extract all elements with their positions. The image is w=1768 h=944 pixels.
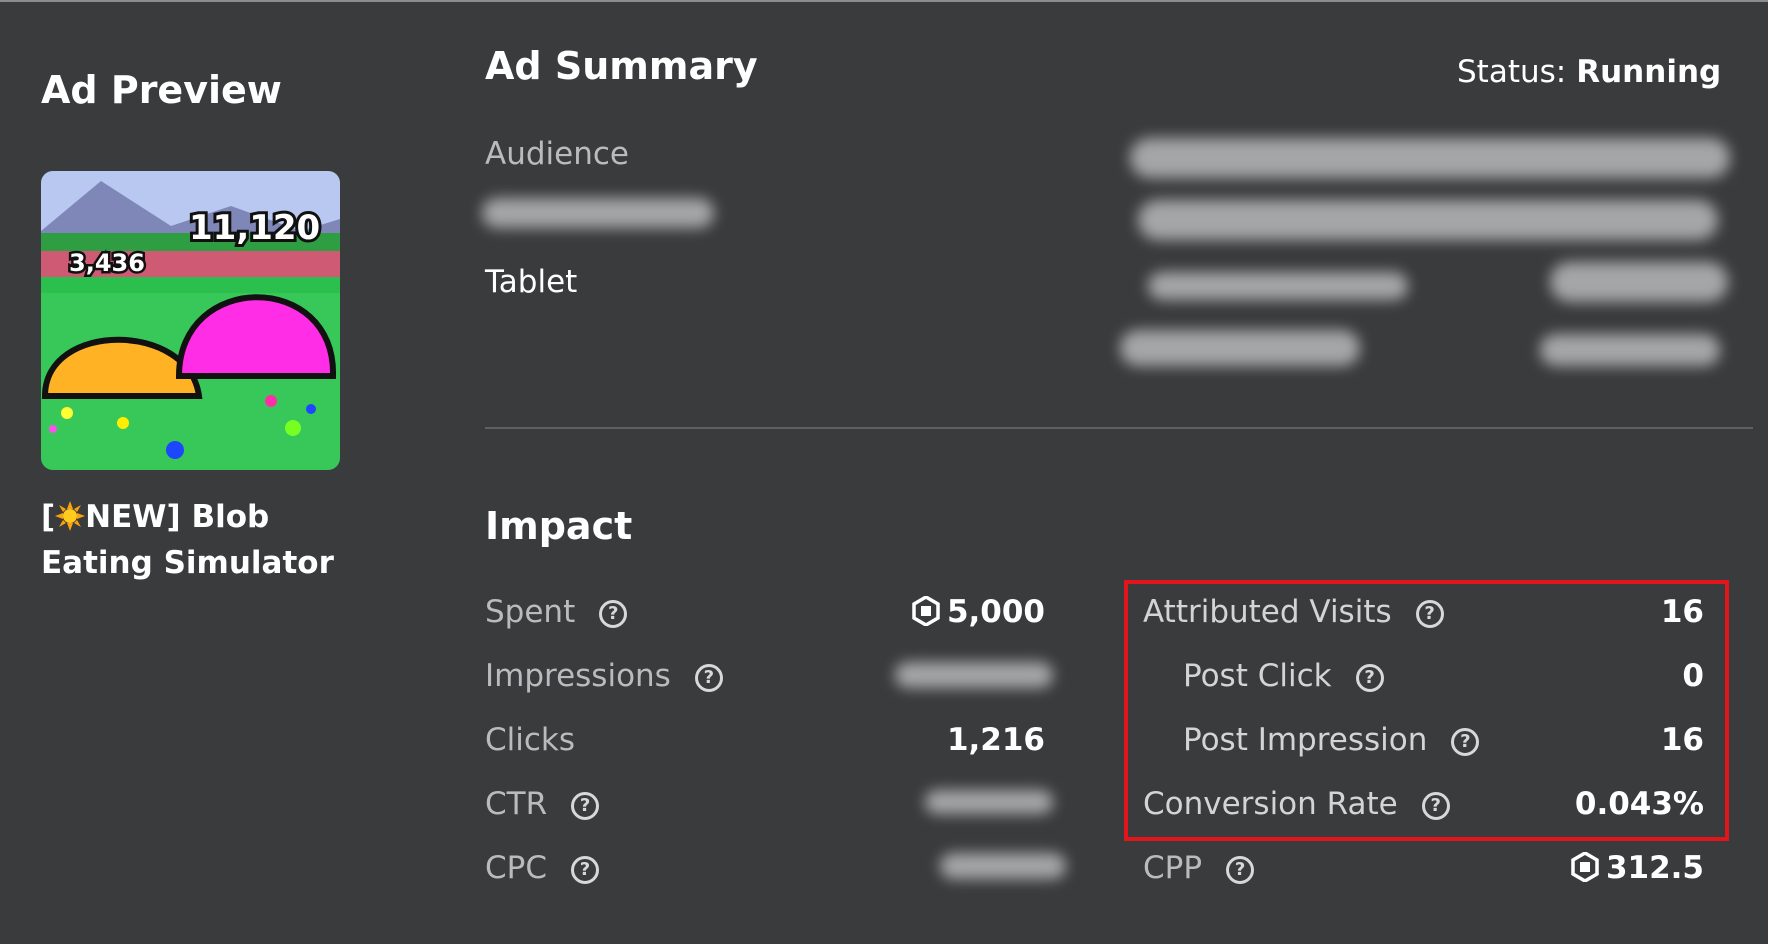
help-icon[interactable]: ? (694, 664, 723, 692)
robux-icon (1571, 852, 1599, 882)
help-icon[interactable]: ? (1451, 728, 1480, 756)
redacted-impressions-value (895, 662, 1053, 688)
metric-cpp: CPP? (1143, 850, 1255, 886)
help-icon[interactable]: ? (1415, 600, 1444, 628)
metric-conversion-rate-value: 0.043% (1574, 786, 1704, 822)
metric-ctr: CTR? (485, 786, 600, 822)
help-icon[interactable]: ? (1226, 856, 1255, 884)
redacted-detail-2 (1138, 200, 1718, 240)
metric-post-click-value: 0 (1682, 658, 1704, 694)
help-icon[interactable]: ? (1355, 664, 1384, 692)
status-label: Status: (1457, 54, 1567, 90)
device-label: Tablet (485, 264, 578, 300)
metric-cpc: CPC? (485, 850, 599, 886)
help-icon[interactable]: ? (599, 600, 628, 628)
audience-label: Audience (485, 136, 629, 172)
metric-spent-value: 5,000 (800, 594, 1045, 630)
robux-icon (912, 596, 940, 626)
metric-attributed-visits-value: 16 (1660, 594, 1704, 630)
ad-thumbnail-image: 11,120 3,436 (41, 171, 340, 470)
status-indicator: Status: Running (1457, 54, 1721, 90)
thumb-number-right: 11,120 (189, 208, 320, 248)
help-icon[interactable]: ? (1421, 792, 1450, 820)
help-icon[interactable]: ? (571, 856, 599, 884)
metric-conversion-rate: Conversion Rate? (1143, 786, 1450, 822)
redacted-ctr-value (925, 790, 1053, 814)
metric-spent: Spent? (485, 594, 628, 630)
impact-heading: Impact (485, 504, 633, 548)
redacted-detail-4 (1550, 262, 1728, 302)
metric-impressions: Impressions? (485, 658, 723, 694)
ad-thumbnail[interactable]: 11,120 3,436 (41, 171, 340, 470)
ad-preview-heading: Ad Preview (41, 68, 282, 112)
top-border (0, 0, 1768, 2)
ad-summary-heading: Ad Summary (485, 44, 758, 88)
thumb-number-left: 3,436 (69, 249, 145, 277)
metric-cpp-value: 312.5 (1480, 850, 1704, 886)
game-title[interactable]: [NEW] Blob Eating Simulator (41, 494, 341, 586)
metric-clicks: Clicks (485, 722, 576, 758)
metric-attributed-visits: Attributed Visits? (1143, 594, 1444, 630)
sun-emoji-icon (55, 501, 86, 531)
redacted-detail-6 (1540, 334, 1720, 366)
redacted-detail-3 (1148, 272, 1408, 300)
status-value: Running (1576, 54, 1722, 90)
metric-post-impression-value: 16 (1660, 722, 1704, 758)
redacted-detail-1 (1130, 138, 1730, 178)
metric-post-impression: Post Impression? (1183, 722, 1480, 758)
redacted-detail-5 (1120, 330, 1360, 366)
redacted-audience (482, 198, 714, 228)
help-icon[interactable]: ? (571, 792, 600, 820)
redacted-cpc-value (940, 853, 1066, 879)
metric-clicks-value: 1,216 (946, 722, 1045, 758)
section-divider (485, 427, 1753, 429)
metric-post-click: Post Click? (1183, 658, 1384, 694)
